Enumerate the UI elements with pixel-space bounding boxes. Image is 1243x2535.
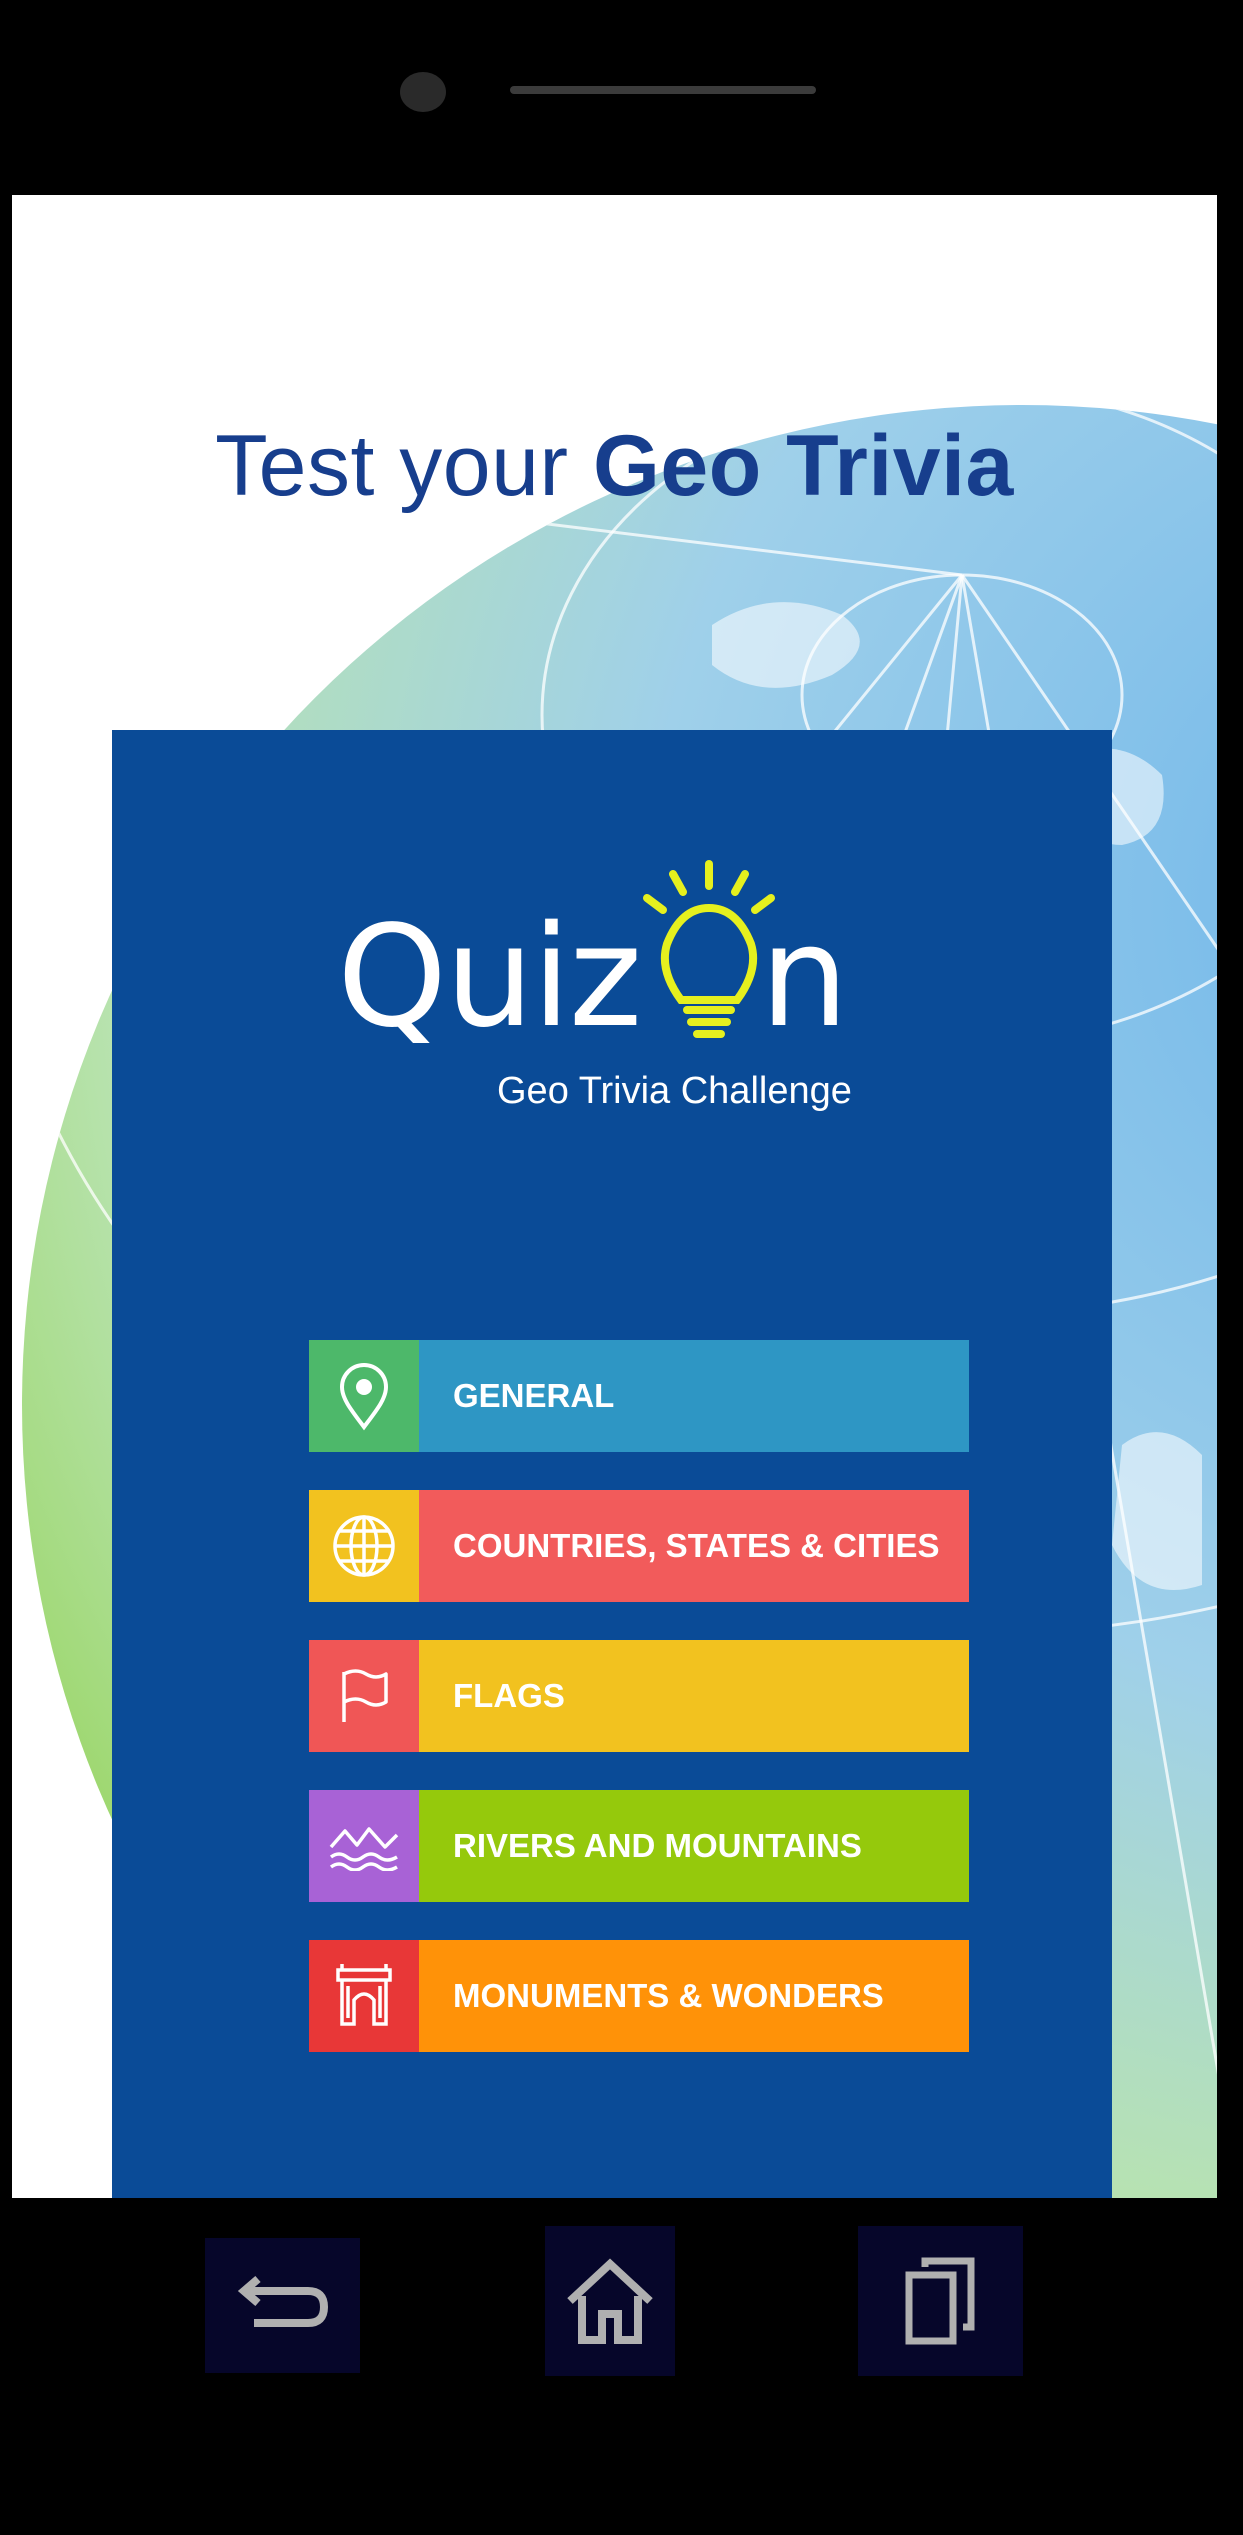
logo-subtitle: Geo Trivia Challenge xyxy=(497,1070,852,1112)
app-screen: Test your Geo Trivia Quiz n Geo Trivia C… xyxy=(12,195,1217,2198)
logo-word: Quiz xyxy=(337,896,642,1059)
back-icon xyxy=(237,2275,328,2327)
home-icon xyxy=(567,2258,653,2344)
android-navigation-bar xyxy=(0,2198,1243,2535)
category-label: FLAGS xyxy=(419,1640,969,1752)
back-button[interactable] xyxy=(205,2238,360,2373)
recent-apps-button[interactable] xyxy=(858,2226,1023,2376)
category-monuments-button[interactable]: MONUMENTS & WONDERS xyxy=(309,1940,969,2052)
mountain-river-icon xyxy=(329,1827,399,1871)
headline: Test your Geo Trivia xyxy=(12,417,1217,516)
category-icon-box xyxy=(309,1940,419,2052)
quizon-logo: Quiz n Geo Trivia Challenge xyxy=(112,730,1112,1130)
category-general-button[interactable]: GENERAL xyxy=(309,1340,969,1452)
arch-monument-icon xyxy=(336,1964,392,2026)
category-icon-box xyxy=(309,1490,419,1602)
category-label: MONUMENTS & WONDERS xyxy=(419,1940,969,2052)
recent-apps-icon xyxy=(905,2257,974,2345)
category-label: GENERAL xyxy=(419,1340,969,1452)
globe-icon xyxy=(333,1515,395,1577)
logo-letter-n: n xyxy=(760,896,849,1059)
category-countries-button[interactable]: COUNTRIES, STATES & CITIES xyxy=(309,1490,969,1602)
front-camera xyxy=(400,72,446,112)
category-icon-box xyxy=(309,1640,419,1752)
category-icon-box xyxy=(309,1790,419,1902)
earpiece-speaker xyxy=(510,86,816,94)
home-button[interactable] xyxy=(545,2226,675,2376)
category-label: COUNTRIES, STATES & CITIES xyxy=(419,1490,969,1602)
flag-icon xyxy=(342,1669,388,1722)
phone-frame: Test your Geo Trivia Quiz n Geo Trivia C… xyxy=(0,0,1243,2535)
map-pin-icon xyxy=(339,1363,389,1431)
category-rivers-mountains-button[interactable]: RIVERS AND MOUNTAINS xyxy=(309,1790,969,1902)
headline-bold: Geo Trivia xyxy=(592,418,1014,514)
category-icon-box xyxy=(309,1340,419,1452)
category-flags-button[interactable]: FLAGS xyxy=(309,1640,969,1752)
menu-panel: Quiz n Geo Trivia Challenge GENERAL COUN… xyxy=(112,730,1112,2198)
headline-light: Test your xyxy=(215,418,593,514)
category-label: RIVERS AND MOUNTAINS xyxy=(419,1790,969,1902)
